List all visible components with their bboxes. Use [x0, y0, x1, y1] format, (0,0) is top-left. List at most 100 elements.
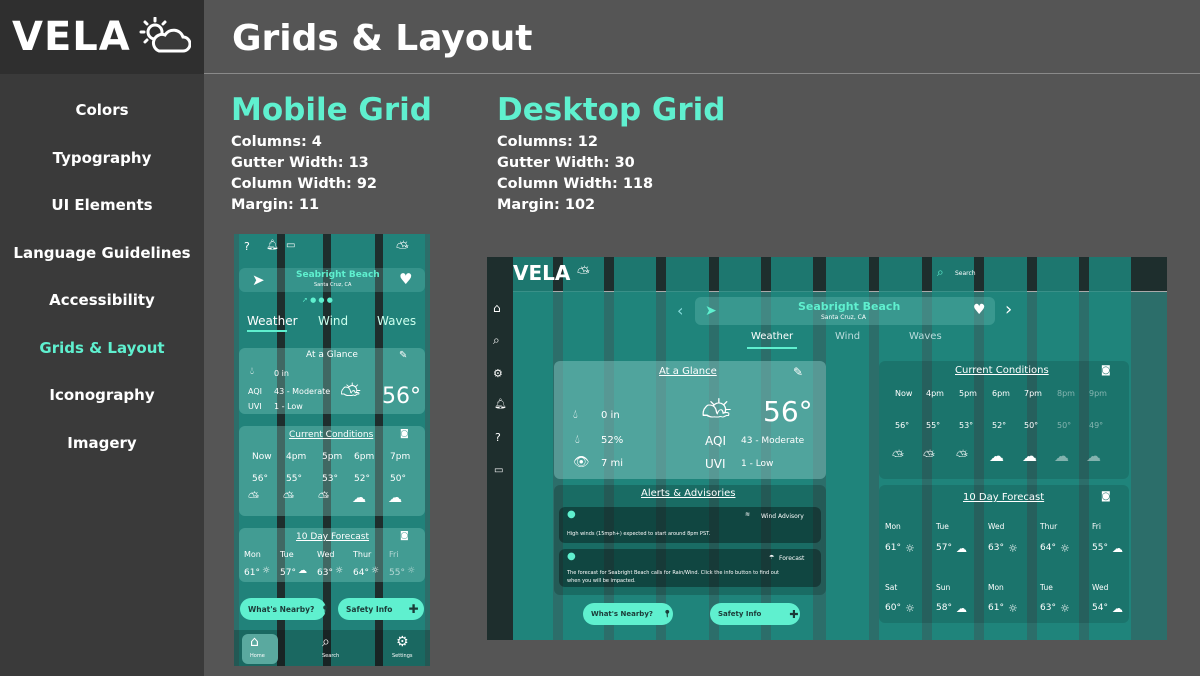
desktop-glance-title: At a Glance	[659, 366, 717, 377]
nav-home-label: Home	[250, 653, 265, 659]
tab-wind[interactable]: Wind	[835, 331, 860, 342]
sun-icon: ☼	[1060, 602, 1070, 615]
tab-weather[interactable]: Weather	[247, 314, 298, 328]
desktop-mockup: VELA ⛅︎ ⌕ Search ⌂ ⌕ ⚙︎ 🔔︎ ? ▭ ‹ ➤ Seabr…	[487, 257, 1167, 640]
rain-cloud-icon: ☁︎	[1086, 447, 1101, 465]
whats-nearby-label: What's Nearby?	[591, 610, 653, 618]
home-icon: ⌂	[250, 634, 259, 650]
desktop-brand-name[interactable]: VELA	[513, 261, 570, 285]
info-icon[interactable]: ◙	[400, 531, 409, 541]
whats-nearby-button[interactable]: What's Nearby? 📍︎	[240, 598, 330, 620]
aqi-label: AQI	[248, 387, 262, 396]
search-icon[interactable]: ⌕	[937, 265, 944, 280]
day-temp: 64°	[1040, 543, 1056, 553]
home-icon[interactable]: ⌂	[493, 301, 501, 315]
hour-label: 7pm	[1024, 389, 1042, 398]
hour-temp: 56°	[895, 421, 910, 430]
chat-icon[interactable]: ▭	[494, 465, 503, 476]
medical-cross-icon: ✚	[408, 602, 419, 616]
day-label: Tue	[280, 550, 294, 559]
sun-icon: ☼	[1008, 602, 1018, 615]
mobile-gutter: Gutter Width: 13	[231, 155, 369, 171]
info-icon[interactable]: ◙	[1101, 365, 1111, 376]
day-temp: 55°	[389, 568, 405, 578]
cloudy-icon: ☁︎	[956, 602, 967, 615]
desktop-grid-spec: Desktop Grid Columns: 12 Gutter Width: 3…	[497, 90, 725, 216]
day-label: Tue	[1040, 583, 1053, 592]
tab-waves[interactable]: Waves	[909, 331, 942, 342]
favorite-heart-icon[interactable]: ♥	[399, 270, 412, 288]
nav-item-imagery[interactable]: Imagery	[0, 434, 204, 452]
medical-cross-icon: ✚	[789, 607, 799, 621]
bell-icon[interactable]: 🔔︎	[494, 399, 507, 410]
weather-icon: ⛅︎	[396, 238, 409, 257]
hour-temp: 53°	[322, 474, 338, 484]
gear-icon[interactable]: ⚙︎	[493, 367, 503, 380]
cloudy-icon: ☁︎	[352, 490, 366, 506]
uvi-label: UVI	[248, 402, 262, 411]
bell-icon[interactable]: 🔔︎	[266, 240, 279, 251]
edit-icon[interactable]: ✎	[793, 365, 803, 379]
partly-cloudy-icon: ⛅︎	[248, 490, 260, 506]
search-icon[interactable]: ⌕	[493, 333, 500, 348]
day-label: Fri	[1092, 522, 1101, 531]
search-icon[interactable]: ⌕	[322, 634, 330, 650]
info-icon[interactable]: ◙	[1101, 491, 1111, 502]
nav-item-grids-layout[interactable]: Grids & Layout	[0, 339, 204, 357]
safety-info-button[interactable]: Safety Info ✚	[338, 598, 424, 620]
nav-item-accessibility[interactable]: Accessibility	[0, 291, 204, 309]
chat-icon[interactable]: ▭	[286, 240, 295, 251]
location-arrow-icon[interactable]: ➤	[705, 303, 717, 319]
location-arrow-icon[interactable]: ➤	[252, 271, 265, 289]
search-input[interactable]: Search	[955, 270, 976, 277]
info-icon[interactable]: ◙	[400, 429, 409, 439]
nav-item-ui-elements[interactable]: UI Elements	[0, 196, 204, 214]
wind-icon: ≋	[745, 511, 751, 518]
nav-home-button[interactable]	[242, 634, 278, 664]
nav-item-typography[interactable]: Typography	[0, 149, 204, 167]
desktop-glance-uvi: 1 - Low	[741, 459, 774, 469]
rain-drops-icon: 💧︎	[250, 366, 254, 377]
mobile-column-width: Column Width: 92	[231, 176, 377, 192]
day-temp: 57°	[936, 543, 952, 553]
nav-item-iconography[interactable]: Iconography	[0, 386, 204, 404]
desktop-glance-visibility: 7 mi	[601, 458, 624, 469]
day-temp: 63°	[1040, 603, 1056, 613]
hour-label: 6pm	[992, 389, 1010, 398]
day-temp: 54°	[1092, 603, 1108, 613]
day-label: Sun	[936, 583, 951, 592]
desktop-forecast-title: 10 Day Forecast	[963, 492, 1045, 503]
chevron-right-icon[interactable]: ›	[1005, 299, 1012, 320]
hour-label: 8pm	[1057, 389, 1075, 398]
desktop-whats-nearby-button[interactable]: What's Nearby? 📍︎	[583, 603, 673, 625]
desktop-glance-rain: 0 in	[601, 410, 620, 421]
day-label: Sat	[885, 583, 898, 592]
nav-item-language-guidelines[interactable]: Language Guidelines	[0, 244, 204, 262]
help-icon[interactable]: ?	[495, 431, 501, 444]
sun-icon: ☼	[1008, 542, 1018, 555]
help-icon[interactable]: ?	[244, 240, 250, 253]
location-sub: Santa Cruz, CA	[314, 282, 352, 288]
chevron-left-icon[interactable]: ‹	[677, 301, 683, 320]
brand-logo[interactable]: VELA	[0, 0, 204, 74]
cloudy-icon: ☁︎	[1022, 447, 1037, 465]
partly-cloudy-icon: ⛅︎	[283, 490, 295, 506]
glance-title: At a Glance	[306, 350, 358, 360]
sidebar: VELA Colors Typography UI Elements Langu…	[0, 0, 204, 676]
tab-waves[interactable]: Waves	[377, 314, 416, 328]
desktop-location-name: Seabright Beach	[798, 300, 901, 313]
sun-icon: ☼	[371, 566, 380, 576]
favorite-heart-icon[interactable]: ♥	[973, 302, 986, 318]
alert-tag: Forecast	[779, 555, 805, 562]
edit-icon[interactable]: ✎	[399, 350, 407, 361]
tab-weather[interactable]: Weather	[751, 331, 793, 342]
hour-label: 4pm	[286, 452, 307, 462]
desktop-safety-info-button[interactable]: Safety Info ✚	[710, 603, 800, 625]
gear-icon[interactable]: ⚙︎	[396, 634, 409, 650]
tab-wind[interactable]: Wind	[318, 314, 348, 328]
location-name: Seabright Beach	[296, 270, 380, 280]
alert-dot-icon: ●	[567, 509, 576, 520]
desktop-column-width: Column Width: 118	[497, 176, 654, 192]
cloudy-icon: ☁︎	[388, 490, 402, 506]
nav-item-colors[interactable]: Colors	[0, 101, 204, 119]
